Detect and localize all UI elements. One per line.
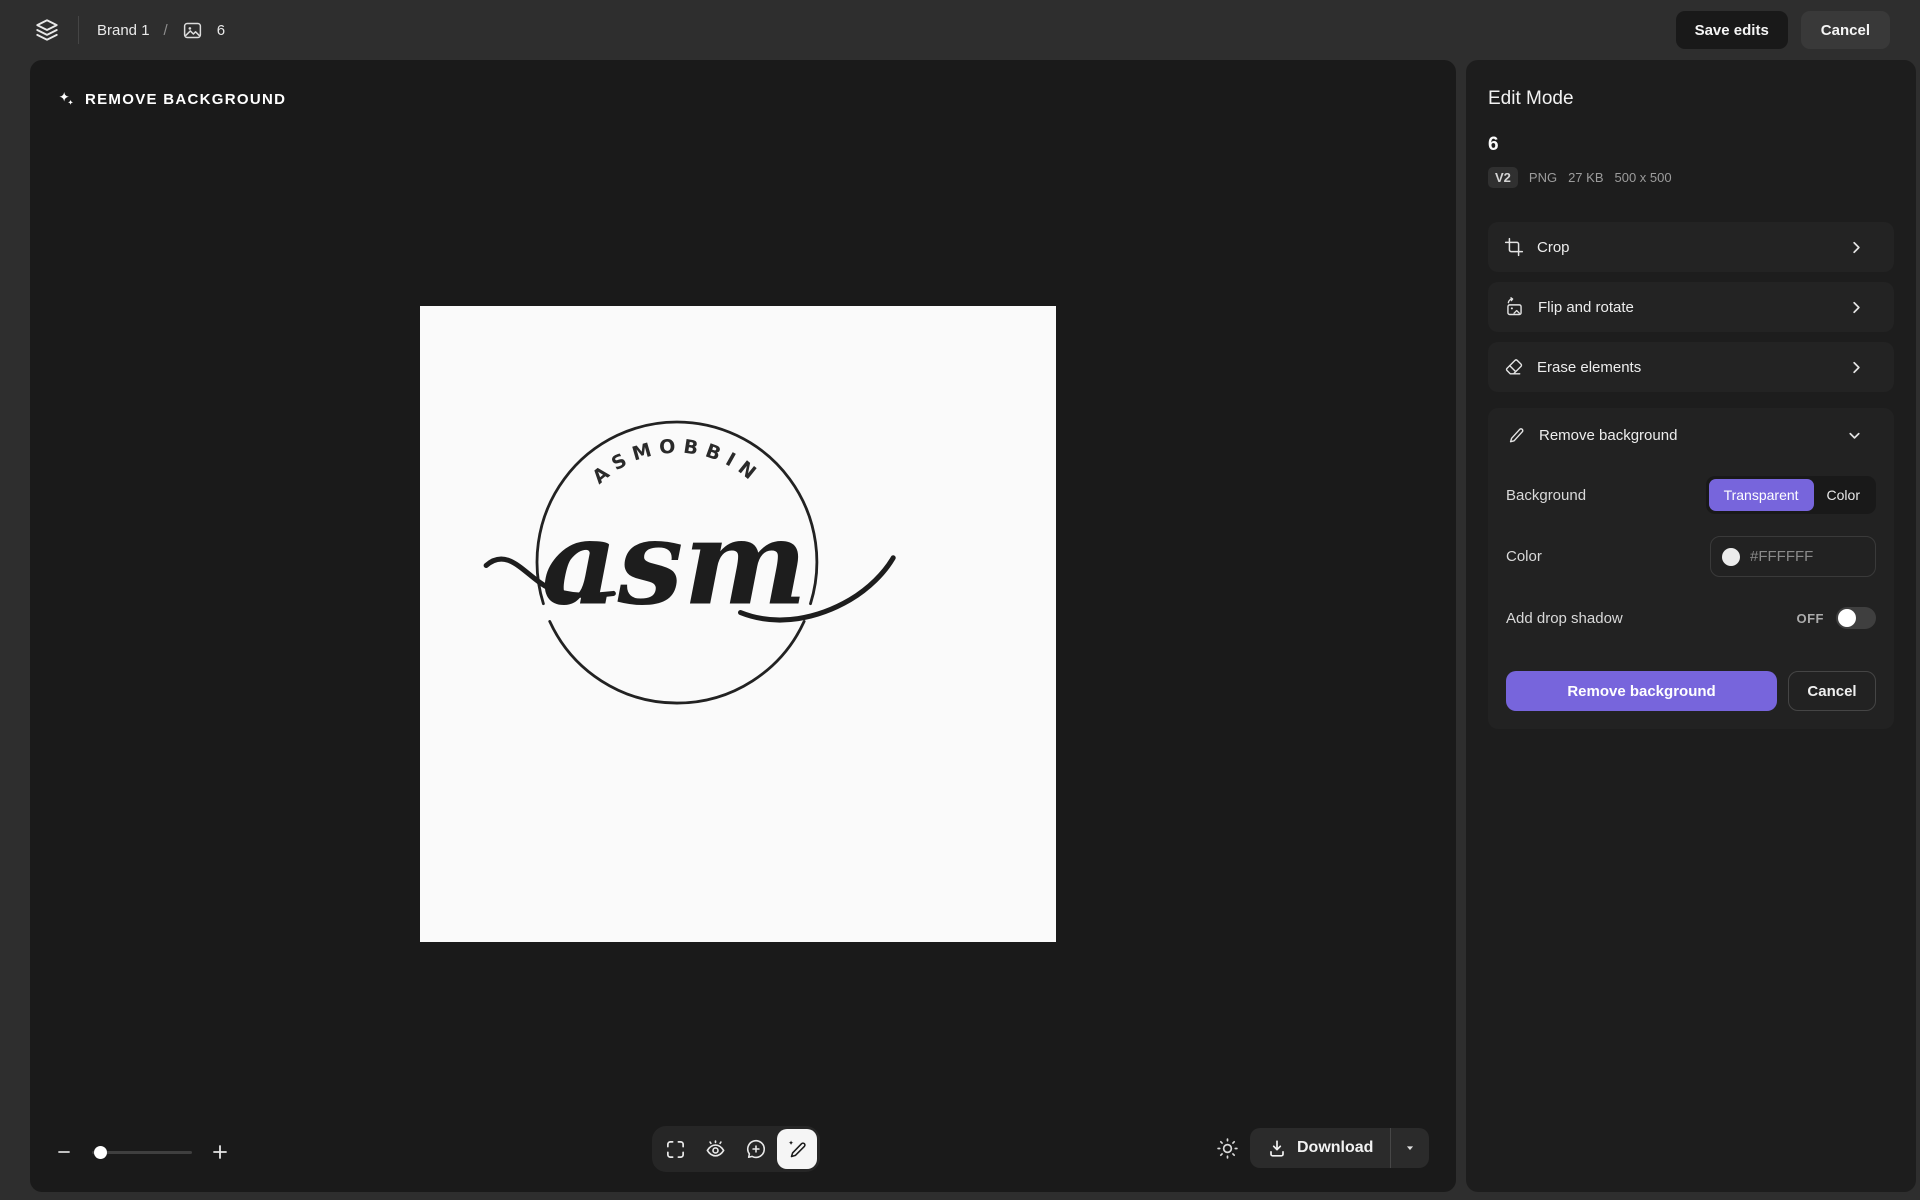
edited-image[interactable]: ASMOBBIN asm [420,306,1056,942]
file-format: PNG [1528,170,1558,185]
remove-background-button[interactable]: Remove background [1506,671,1777,711]
tool-label: Crop [1537,238,1570,256]
tool-flip-rotate[interactable]: Flip and rotate [1488,282,1894,332]
tool-label: Erase elements [1537,358,1642,376]
asset-name: 6 [1488,134,1499,155]
fit-screen-button[interactable] [655,1129,695,1169]
canvas-panel: REMOVE BACKGROUND ASMOBBIN asm Download [30,60,1456,1192]
version-badge: V2 [1488,167,1518,188]
crop-icon [1504,237,1524,257]
edit-sidebar: Edit Mode 6 V2 PNG 27 KB 500 x 500 Crop [1466,60,1916,1192]
chevron-right-icon [1848,359,1865,376]
download-dropdown-button[interactable] [1391,1128,1429,1168]
drop-shadow-toggle[interactable] [1836,607,1876,629]
zoom-in-button[interactable] [206,1138,234,1166]
tool-list: Crop Flip and rotate Erase elements [1488,222,1894,392]
remove-background-section: Remove background Background Transparent… [1488,408,1894,729]
section-label: Remove background [1539,426,1678,444]
add-comment-button[interactable] [736,1129,776,1169]
breadcrumb: Brand 1 / 6 [97,20,225,41]
sidebar-title: Edit Mode [1488,88,1574,109]
zoom-slider[interactable] [92,1138,192,1166]
cancel-button-top[interactable]: Cancel [1800,11,1890,49]
remove-background-header[interactable]: Remove background [1506,408,1876,462]
zoom-slider-track [92,1151,192,1154]
download-button[interactable]: Download [1250,1128,1430,1168]
image-icon [182,20,203,41]
breadcrumb-separator: / [163,21,168,39]
zoom-out-button[interactable] [50,1138,78,1166]
chevron-right-icon [1848,299,1865,316]
canvas-toolbar [652,1126,820,1172]
color-swatch[interactable] [1722,547,1740,566]
sparkles-icon [56,90,75,108]
drop-shadow-label: Add drop shadow [1506,609,1623,627]
cancel-button-section[interactable]: Cancel [1788,671,1876,711]
toggle-knob [1838,609,1856,627]
breadcrumb-brand[interactable]: Brand 1 [97,22,150,39]
chevron-down-icon [1846,427,1863,444]
color-label: Color [1506,548,1542,565]
color-input-wrapper [1710,536,1876,577]
toggle-state-label: OFF [1796,610,1824,626]
brightness-icon[interactable] [1216,1137,1239,1160]
drop-shadow-row: Add drop shadow OFF [1506,607,1876,629]
section-actions: Remove background Cancel [1506,671,1876,711]
background-segmented-control: Transparent Color [1705,476,1876,514]
option-transparent[interactable]: Transparent [1708,479,1814,511]
logo-script-text: asm [542,494,808,632]
image-dimensions: 500 x 500 [1614,170,1672,185]
asset-meta: V2 PNG 27 KB 500 x 500 [1488,167,1894,188]
breadcrumb-asset-count: 6 [216,21,226,39]
topbar-divider [78,16,79,44]
preview-eye-button[interactable] [696,1129,736,1169]
download-label: Download [1297,1139,1374,1156]
top-bar: Brand 1 / 6 Save edits Cancel [0,0,1920,60]
file-size: 27 KB [1568,170,1604,185]
eraser-icon [1504,357,1524,377]
background-label: Background [1506,486,1587,504]
tool-erase-elements[interactable]: Erase elements [1488,342,1894,392]
mode-label: REMOVE BACKGROUND [56,90,286,108]
magic-pen-button[interactable] [776,1129,817,1169]
chevron-right-icon [1848,239,1865,256]
tool-label: Flip and rotate [1538,298,1634,316]
download-icon [1267,1138,1287,1158]
background-row: Background Transparent Color [1506,476,1876,514]
mode-label-text: REMOVE BACKGROUND [85,90,287,108]
marker-pen-icon [1506,425,1526,445]
layers-icon[interactable] [34,17,60,43]
tool-crop[interactable]: Crop [1488,222,1894,272]
zoom-slider-knob[interactable] [94,1146,107,1159]
save-edits-button[interactable]: Save edits [1675,11,1788,49]
zoom-controls [50,1132,234,1172]
color-row: Color [1506,536,1876,577]
flip-rotate-icon [1504,296,1525,318]
color-hex-input[interactable] [1750,548,1850,565]
option-color[interactable]: Color [1814,479,1873,511]
